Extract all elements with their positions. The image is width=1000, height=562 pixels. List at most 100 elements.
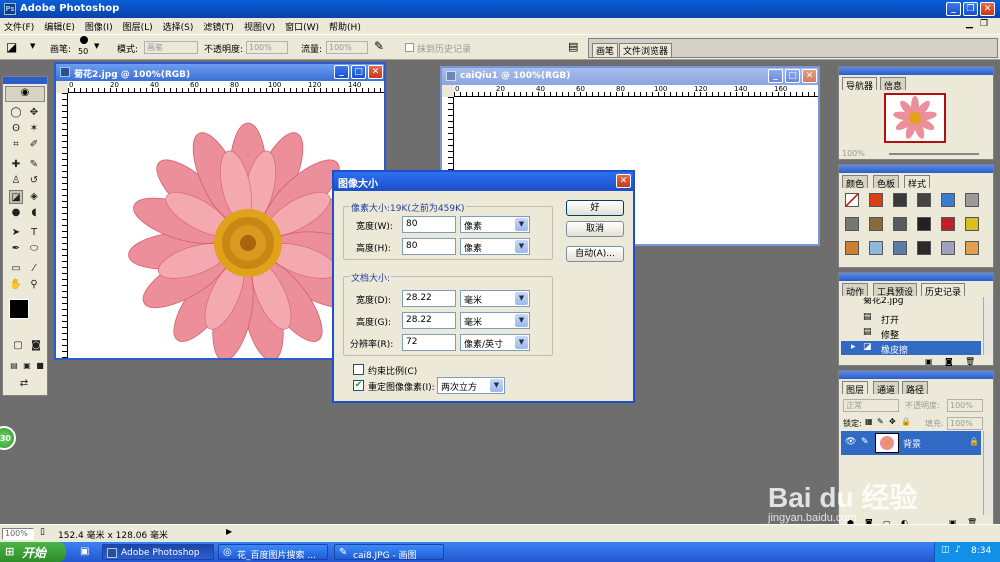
doc-height-unit-select[interactable]: 毫米 ▼ bbox=[460, 312, 530, 329]
tab-channels[interactable]: 通道 bbox=[873, 381, 900, 396]
marquee-tool-icon[interactable]: ◯ bbox=[9, 106, 23, 120]
layers-scrollbar[interactable] bbox=[983, 431, 993, 515]
brush-tool-icon[interactable]: ✎ bbox=[27, 158, 41, 172]
healing-brush-icon[interactable]: ✚ bbox=[9, 158, 23, 172]
history-item-trim[interactable]: ▤ 修整 bbox=[841, 326, 981, 341]
history-brush-icon[interactable]: ↺ bbox=[27, 174, 41, 188]
doc-width-unit-select[interactable]: 毫米 ▼ bbox=[460, 290, 530, 307]
doc-height-input[interactable]: 28.22 bbox=[402, 312, 456, 329]
style-swatch[interactable] bbox=[917, 241, 931, 255]
screen-mode-standard-icon[interactable]: ▤ bbox=[7, 359, 21, 373]
eraser-tool-icon-selected[interactable]: ◪ bbox=[9, 190, 23, 204]
menu-view[interactable]: 视图(V) bbox=[240, 18, 281, 33]
style-swatch[interactable] bbox=[917, 193, 931, 207]
navigator-zoom-slider[interactable] bbox=[889, 153, 979, 155]
lasso-tool-icon[interactable]: ʘ bbox=[9, 122, 23, 136]
style-swatch[interactable] bbox=[845, 241, 859, 255]
dodge-tool-icon[interactable]: ◖ bbox=[27, 206, 41, 220]
start-button[interactable]: ⊞ 开始 bbox=[0, 542, 66, 562]
pixel-width-unit-select[interactable]: 像素 ▼ bbox=[460, 216, 530, 233]
minimize-button[interactable]: _ bbox=[946, 2, 961, 16]
menu-file[interactable]: 文件(F) bbox=[0, 18, 40, 33]
brush-dropdown-icon[interactable]: ▼ bbox=[94, 42, 99, 50]
zoom-tool-icon[interactable]: ⚲ bbox=[27, 278, 41, 292]
style-swatch[interactable] bbox=[965, 217, 979, 231]
palette-well-icon[interactable]: ▤ bbox=[568, 40, 578, 53]
eraser-tool-icon[interactable]: ◪ bbox=[6, 40, 17, 54]
standard-mode-icon[interactable]: ▢ bbox=[11, 339, 25, 353]
resolution-unit-select[interactable]: 像素/英寸 ▼ bbox=[460, 334, 530, 351]
pixel-height-input[interactable]: 80 bbox=[402, 238, 456, 255]
style-swatch[interactable] bbox=[965, 241, 979, 255]
shape-tool-icon[interactable]: ⬭ bbox=[27, 242, 41, 256]
menu-help[interactable]: 帮助(H) bbox=[325, 18, 367, 33]
resample-method-select[interactable]: 两次立方 ▼ bbox=[437, 377, 505, 394]
pen-tool-icon[interactable]: ✒ bbox=[9, 242, 23, 256]
slice-tool-icon[interactable]: ✐ bbox=[27, 138, 41, 152]
style-swatch[interactable] bbox=[893, 217, 907, 231]
fill-field[interactable]: 100% bbox=[947, 417, 983, 430]
lock-position-icon[interactable]: ✥ bbox=[889, 417, 896, 426]
style-swatch[interactable] bbox=[893, 193, 907, 207]
history-scrollbar[interactable] bbox=[983, 297, 993, 355]
brush-tip-icon[interactable] bbox=[80, 36, 88, 44]
task-photoshop[interactable]: Adobe Photoshop bbox=[102, 544, 214, 560]
tab-tool-presets[interactable]: 工具预设 bbox=[873, 283, 918, 298]
eye-icon[interactable]: 👁 bbox=[845, 437, 856, 447]
task-paint[interactable]: ✎ cai8.JPG - 画图 bbox=[334, 544, 444, 561]
notes-tool-icon[interactable]: ▭ bbox=[9, 262, 23, 276]
tab-actions[interactable]: 动作 bbox=[842, 283, 869, 298]
doc2-maximize-button[interactable]: □ bbox=[785, 69, 800, 83]
status-menu-arrow-icon[interactable]: ▶ bbox=[226, 527, 232, 536]
tool-preset-dropdown-icon[interactable]: ▼ bbox=[30, 42, 35, 50]
tab-styles[interactable]: 样式 bbox=[904, 175, 931, 190]
jump-to-imageready-icon[interactable]: ⇄ bbox=[17, 377, 31, 391]
blend-mode-select[interactable]: 正常 bbox=[843, 399, 899, 412]
doc1-minimize-button[interactable]: _ bbox=[334, 65, 349, 79]
doc2-minimize-button[interactable]: _ bbox=[768, 69, 783, 83]
screen-mode-full-icon[interactable]: ■ bbox=[33, 359, 47, 373]
history-item-eraser[interactable]: ▸ ◪ 橡皮擦 bbox=[841, 341, 981, 356]
pixel-width-input[interactable]: 80 bbox=[402, 216, 456, 233]
tab-navigator[interactable]: 导航器 bbox=[842, 77, 878, 92]
magic-wand-icon[interactable]: ✶ bbox=[27, 122, 41, 136]
lock-image-icon[interactable]: ✎ bbox=[877, 417, 884, 426]
volume-icon[interactable]: ♪ bbox=[955, 545, 961, 555]
tab-swatches[interactable]: 色板 bbox=[873, 175, 900, 190]
resolution-input[interactable]: 72 bbox=[402, 334, 456, 351]
status-zoom-field[interactable]: 100% bbox=[2, 528, 34, 540]
hand-tool-icon[interactable]: ✋ bbox=[9, 278, 23, 292]
tab-file-browser[interactable]: 文件浏览器 bbox=[619, 43, 673, 58]
constrain-proportions-checkbox[interactable] bbox=[353, 364, 364, 375]
menu-select[interactable]: 选择(S) bbox=[159, 18, 200, 33]
style-swatch[interactable] bbox=[845, 217, 859, 231]
doc1-maximize-button[interactable]: □ bbox=[351, 65, 366, 79]
tab-info[interactable]: 信息 bbox=[880, 77, 907, 92]
history-trash-icon[interactable]: 🗑 bbox=[965, 357, 975, 366]
layer-opacity-field[interactable]: 100% bbox=[947, 399, 983, 412]
tab-brushes[interactable]: 画笔 bbox=[592, 43, 619, 58]
style-swatch[interactable] bbox=[845, 193, 859, 207]
task-browser[interactable]: ◎ 花_百度图片搜索 ... bbox=[218, 544, 328, 561]
crop-tool-icon[interactable]: ⌗ bbox=[9, 138, 23, 152]
eyedropper-icon[interactable]: ⁄ bbox=[27, 262, 41, 276]
menu-filter[interactable]: 滤镜(T) bbox=[199, 18, 240, 33]
style-swatch[interactable] bbox=[869, 241, 883, 255]
adobe-online-icon[interactable]: ◉ bbox=[5, 86, 45, 102]
clone-stamp-icon[interactable]: ♙ bbox=[9, 174, 23, 188]
pixel-height-unit-select[interactable]: 像素 ▼ bbox=[460, 238, 530, 255]
tab-paths[interactable]: 路径 bbox=[902, 381, 929, 396]
style-swatch[interactable] bbox=[869, 193, 883, 207]
menu-edit[interactable]: 编辑(E) bbox=[40, 18, 81, 33]
foreground-color-swatch[interactable] bbox=[9, 299, 29, 319]
erase-history-checkbox[interactable] bbox=[405, 43, 414, 52]
navigator-zoom[interactable]: 100% bbox=[842, 149, 865, 158]
ok-button[interactable]: 好 bbox=[566, 200, 624, 216]
cancel-button[interactable]: 取消 bbox=[566, 221, 624, 237]
new-document-from-state-icon[interactable]: ▣ bbox=[925, 357, 933, 366]
style-swatch[interactable] bbox=[941, 193, 955, 207]
new-snapshot-icon[interactable]: ◙ bbox=[945, 357, 953, 366]
mode-select[interactable]: 画笔 bbox=[144, 41, 198, 54]
airbrush-icon[interactable]: ✎ bbox=[374, 39, 384, 53]
style-swatch[interactable] bbox=[941, 217, 955, 231]
